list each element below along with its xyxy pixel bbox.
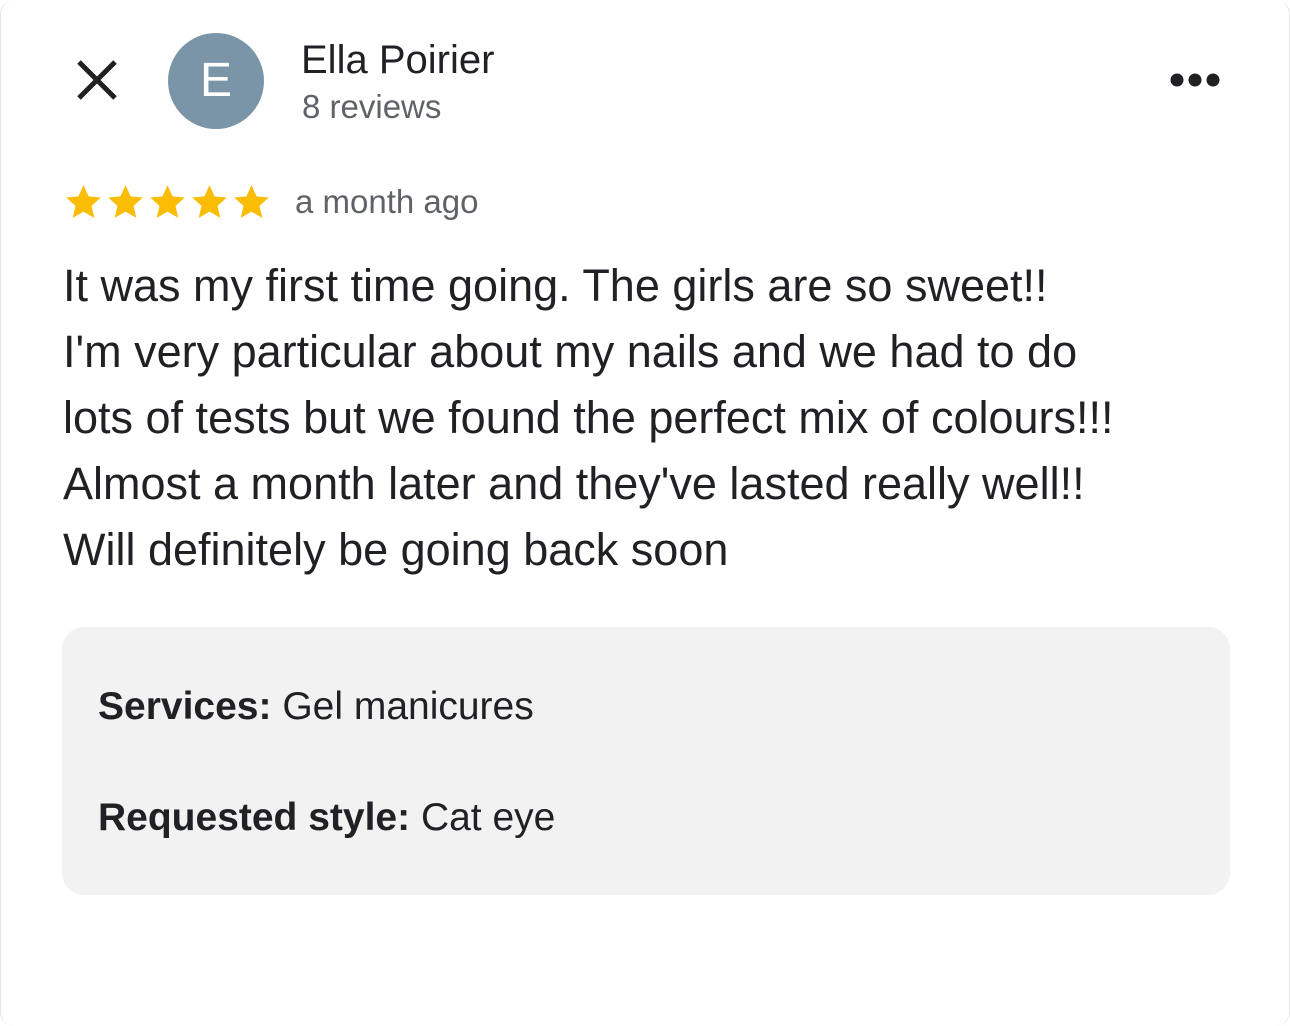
author-name[interactable]: Ella Poirier xyxy=(301,36,494,84)
services-value: Gel manicures xyxy=(282,685,534,728)
review-text: It was my first time going. The girls ar… xyxy=(63,253,1243,583)
star-rating xyxy=(63,182,272,223)
more-horizontal-icon[interactable] xyxy=(1169,72,1221,88)
review-text-line: Almost a month later and they've lasted … xyxy=(63,458,1085,509)
review-time: a month ago xyxy=(295,183,479,220)
requested-style-detail: Requested style: Cat eye xyxy=(98,794,555,842)
review-text-line: I'm very particular about my nails and w… xyxy=(63,326,1078,377)
review-count[interactable]: 8 reviews xyxy=(302,86,441,128)
review-text-line: Will definitely be going back soon xyxy=(63,524,729,575)
close-icon[interactable] xyxy=(75,58,119,102)
star-icon xyxy=(192,185,227,218)
services-label: Services: xyxy=(98,685,272,728)
star-icon xyxy=(234,185,269,218)
review-card: E Ella Poirier 8 reviews a month ago It … xyxy=(0,0,1290,1026)
close-button[interactable] xyxy=(67,50,127,110)
services-detail: Services: Gel manicures xyxy=(98,683,534,731)
requested-style-value: Cat eye xyxy=(420,796,556,839)
more-options-button[interactable] xyxy=(1163,60,1227,100)
star-icon xyxy=(150,185,185,218)
review-text-line: It was my first time going. The girls ar… xyxy=(63,260,1048,311)
star-icon xyxy=(66,185,101,218)
requested-style-label: Requested style: xyxy=(98,796,411,839)
star-icon xyxy=(108,185,143,218)
avatar-letter: E xyxy=(199,54,232,107)
avatar[interactable]: E xyxy=(168,33,264,129)
review-text-line: lots of tests but we found the perfect m… xyxy=(63,392,1114,443)
review-details-box: Services: Gel manicures Requested style:… xyxy=(62,627,1230,895)
